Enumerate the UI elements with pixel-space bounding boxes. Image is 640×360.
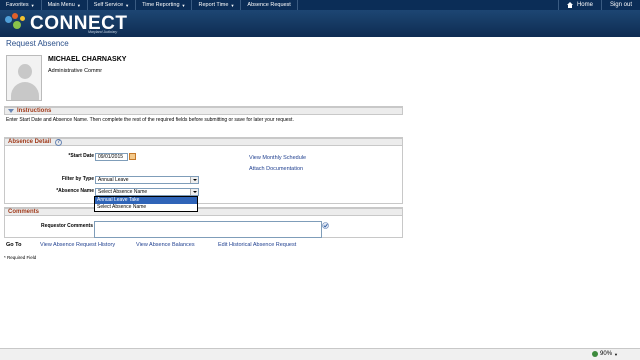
top-nav-bar: Favorites ▼ Main Menu ▼ Self Service ▼ Time… <box>0 0 640 10</box>
comments-header-label: Comments <box>8 209 40 215</box>
nav-report-time[interactable]: Report Time ▼ <box>192 0 242 10</box>
home-link[interactable]: Home <box>557 0 601 10</box>
instructions-header-label: Instructions <box>17 108 52 114</box>
home-icon <box>566 2 574 8</box>
requestor-comments-label: Requestor Comments <box>41 223 93 229</box>
nav-self-service[interactable]: Self Service ▼ <box>88 0 137 10</box>
nav-absence-request-label: Absence Request <box>247 2 291 8</box>
required-field-note: * Required Field <box>4 255 37 260</box>
nav-right-group: Home Sign out <box>557 0 640 10</box>
zoom-level: 90% <box>600 351 613 357</box>
zoom-control[interactable]: 90% ▼ <box>592 351 618 357</box>
help-icon[interactable]: ? <box>55 138 63 146</box>
chevron-down-icon: ▼ <box>76 2 81 8</box>
calendar-icon[interactable] <box>129 153 136 160</box>
chevron-down-icon <box>190 189 198 195</box>
globe-icon <box>592 351 599 357</box>
chevron-down-icon: ▼ <box>614 351 618 357</box>
view-monthly-schedule-link[interactable]: View Monthly Schedule <box>249 155 306 161</box>
nav-favorites[interactable]: Favorites ▼ <box>0 0 42 10</box>
dropdown-option[interactable]: Select Absence Name <box>95 204 197 211</box>
instructions-header[interactable]: Instructions <box>4 106 403 115</box>
absence-name-label: *Absence Name <box>56 188 94 194</box>
logo-mark-icon <box>3 12 29 34</box>
chevron-down-icon: ▼ <box>181 2 186 8</box>
absence-detail-header-label: Absence Detail <box>8 139 52 145</box>
start-date-label: *Start Date <box>68 153 94 159</box>
nav-self-service-label: Self Service <box>93 2 124 8</box>
employee-name: MICHAEL CHARNASKY <box>48 56 127 63</box>
chevron-down-icon: ▼ <box>230 2 235 8</box>
filter-by-type-value: Annual Leave <box>98 177 129 183</box>
absence-detail-header: Absence Detail ? <box>4 137 403 146</box>
filter-by-type-select[interactable]: Annual Leave <box>95 176 199 184</box>
absence-name-dropdown-list: Annual Leave Take Select Absence Name <box>94 196 198 212</box>
comments-header: Comments <box>4 207 403 216</box>
start-date-input[interactable]: 09/01/2015 <box>95 153 128 161</box>
collapse-triangle-icon <box>8 109 14 113</box>
goto-label: Go To <box>6 242 22 248</box>
view-absence-request-history-link[interactable]: View Absence Request History <box>40 242 115 248</box>
nav-absence-request[interactable]: Absence Request <box>241 0 298 10</box>
filter-by-type-label: Filter by Type <box>61 176 94 182</box>
spellcheck-icon[interactable] <box>322 222 329 229</box>
nav-time-reporting[interactable]: Time Reporting ▼ <box>136 0 193 10</box>
browser-status-bar: 90% ▼ <box>0 348 640 360</box>
avatar-body <box>11 82 39 100</box>
absence-name-select[interactable]: Select Absence Name <box>95 188 199 196</box>
home-label: Home <box>576 2 593 8</box>
nav-main-menu-label: Main Menu <box>47 2 75 8</box>
view-absence-balances-link[interactable]: View Absence Balances <box>136 242 195 248</box>
edit-historical-absence-request-link[interactable]: Edit Historical Absence Request <box>218 242 296 248</box>
nav-main-menu[interactable]: Main Menu ▼ <box>42 0 88 10</box>
chevron-down-icon <box>190 177 198 183</box>
nav-report-time-label: Report Time <box>198 2 229 8</box>
dropdown-option[interactable]: Annual Leave Take <box>95 197 197 204</box>
nav-time-reporting-label: Time Reporting <box>142 2 180 8</box>
signout-link[interactable]: Sign out <box>600 0 640 10</box>
page-title: Request Absence <box>6 39 69 48</box>
avatar <box>6 55 42 101</box>
signout-label: Sign out <box>609 2 632 8</box>
logo-subtitle: Maryland Judiciary <box>88 30 118 34</box>
avatar-head <box>18 64 32 79</box>
chevron-down-icon: ▼ <box>30 2 35 8</box>
requestor-comments-textarea[interactable] <box>94 221 322 238</box>
app-window: Favorites ▼ Main Menu ▼ Self Service ▼ Time… <box>0 0 640 360</box>
chevron-down-icon: ▼ <box>125 2 130 8</box>
employee-title: Administrative Commr <box>48 68 103 74</box>
nav-favorites-label: Favorites <box>6 2 29 8</box>
instructions-text: Enter Start Date and Absence Name. Then … <box>6 117 294 123</box>
attach-documentation-link[interactable]: Attach Documentation <box>249 166 303 172</box>
absence-name-value: Select Absence Name <box>98 189 148 195</box>
